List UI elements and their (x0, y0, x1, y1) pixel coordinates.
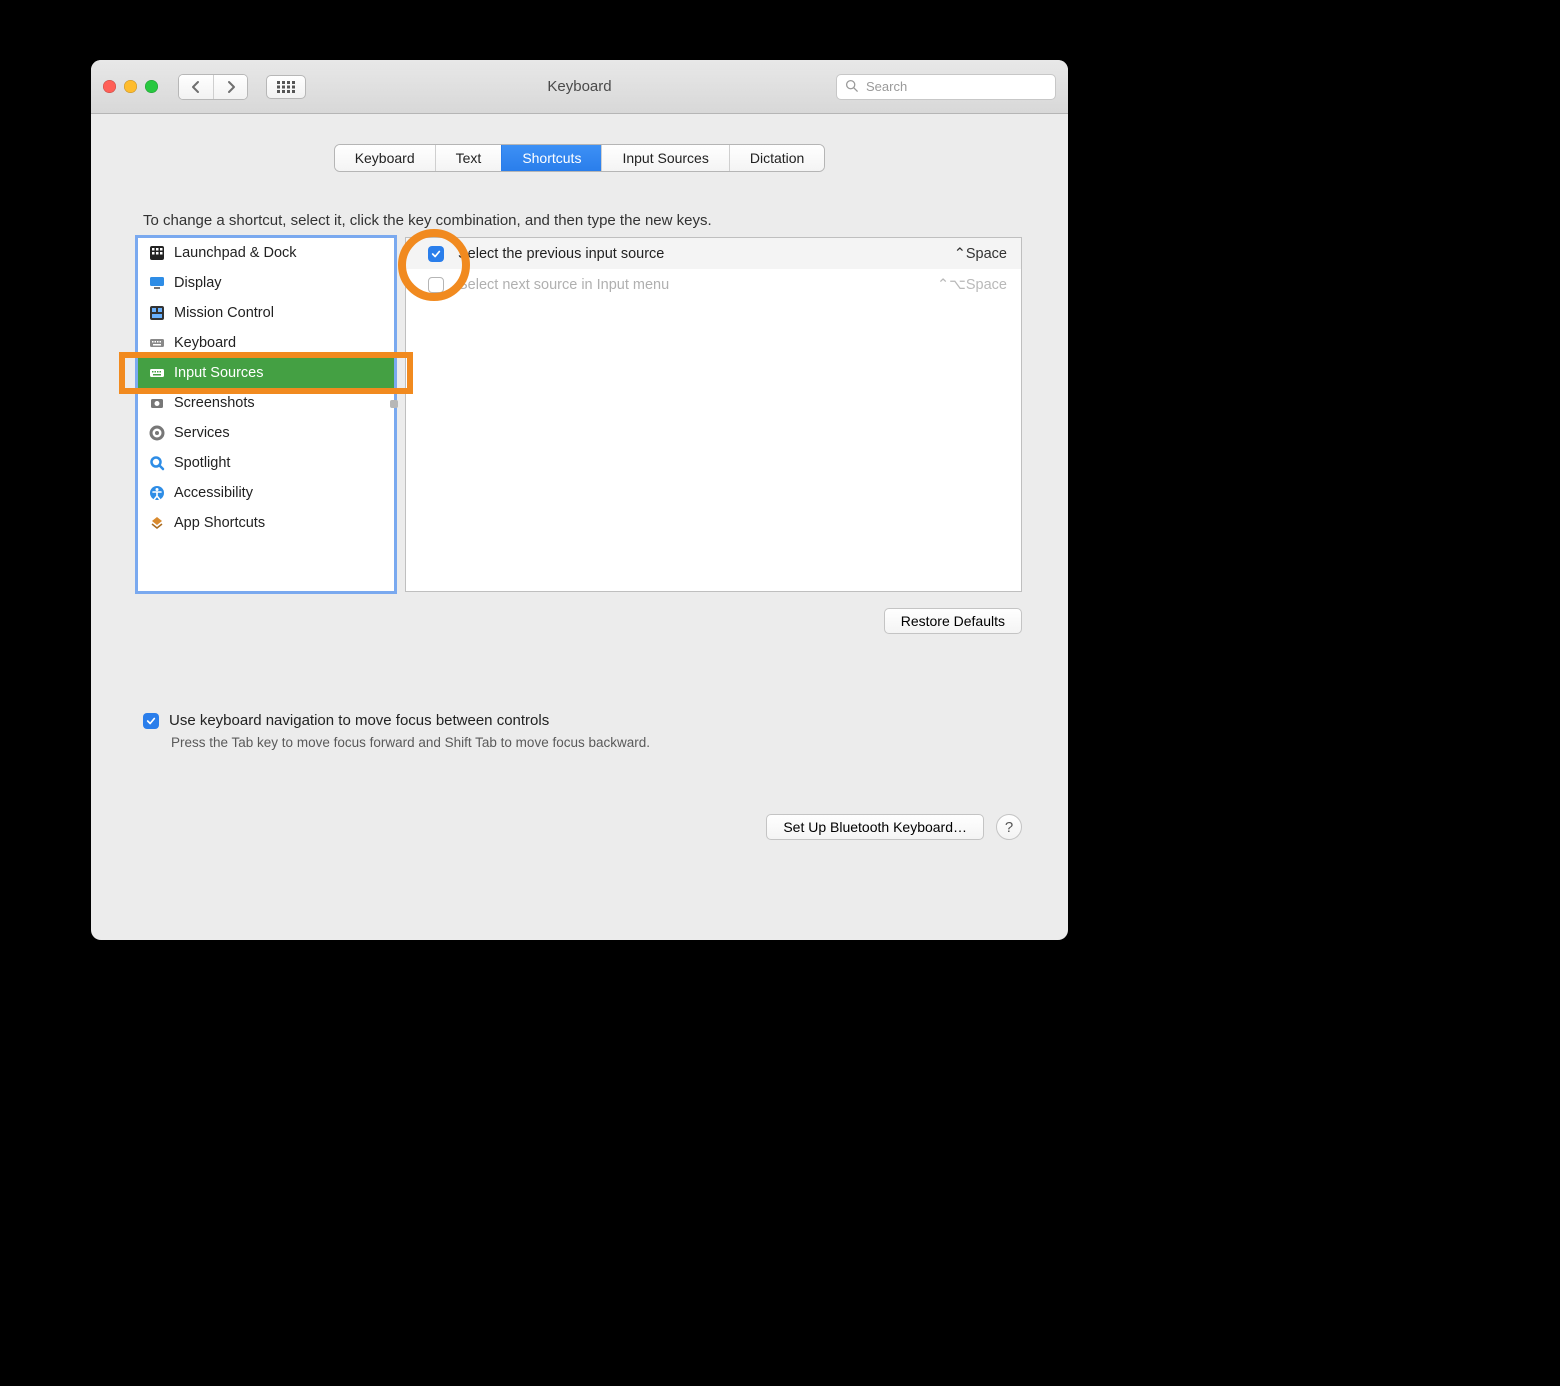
gear-icon (148, 424, 166, 442)
sidebar-item-label: Screenshots (174, 395, 255, 411)
keyboard-nav-label: Use keyboard navigation to move focus be… (169, 712, 549, 729)
sidebar-item-label: Accessibility (174, 485, 253, 501)
accessibility-icon (148, 484, 166, 502)
display-icon (148, 274, 166, 292)
tab-text[interactable]: Text (435, 145, 502, 171)
mission-icon (148, 304, 166, 322)
shortcut-list[interactable]: Select the previous input source⌃SpaceSe… (405, 237, 1022, 592)
panes: Launchpad & Dock Display Mission Control Ke… (137, 237, 1022, 592)
zoom-window-button[interactable] (145, 80, 158, 93)
sidebar-item-services[interactable]: Services (138, 418, 394, 448)
content: KeyboardTextShortcutsInput SourcesDictat… (91, 114, 1068, 940)
sidebar-item-keyboard[interactable]: Keyboard (138, 328, 394, 358)
restore-defaults-button[interactable]: Restore Defaults (884, 608, 1022, 634)
sidebar-item-input-sources[interactable]: Input Sources (138, 358, 394, 388)
keyboard-nav-sub: Press the Tab key to move focus forward … (171, 735, 1022, 750)
sidebar-item-spotlight[interactable]: Spotlight (138, 448, 394, 478)
bluetooth-keyboard-button[interactable]: Set Up Bluetooth Keyboard… (766, 814, 984, 840)
back-button[interactable] (179, 75, 213, 99)
sidebar-item-mission-control[interactable]: Mission Control (138, 298, 394, 328)
sidebar-item-accessibility[interactable]: Accessibility (138, 478, 394, 508)
sidebar-item-screenshots[interactable]: Screenshots (138, 388, 394, 418)
keyboard-nav-checkbox[interactable] (143, 713, 159, 729)
sidebar-item-label: Input Sources (174, 365, 263, 381)
sidebar-item-label: Launchpad & Dock (174, 245, 297, 261)
forward-button[interactable] (213, 75, 247, 99)
keyboard-icon (148, 334, 166, 352)
sidebar-item-display[interactable]: Display (138, 268, 394, 298)
sidebar-item-app-shortcuts[interactable]: App Shortcuts (138, 508, 394, 538)
shortcut-label: Select the previous input source (458, 246, 664, 262)
category-sidebar[interactable]: Launchpad & Dock Display Mission Control Ke… (137, 237, 395, 592)
keyboard-icon (148, 364, 166, 382)
tab-keyboard[interactable]: Keyboard (335, 145, 435, 171)
sidebar-item-label: Keyboard (174, 335, 236, 351)
show-all-button[interactable] (266, 75, 306, 99)
nav-back-forward (178, 74, 248, 100)
footer: Use keyboard navigation to move focus be… (137, 712, 1022, 750)
spotlight-icon (148, 454, 166, 472)
app-icon (148, 514, 166, 532)
tab-dictation[interactable]: Dictation (729, 145, 824, 171)
minimize-window-button[interactable] (124, 80, 137, 93)
sidebar-item-label: Display (174, 275, 222, 291)
search-input[interactable] (864, 78, 1047, 95)
preferences-window: Keyboard KeyboardTextShortcutsInput Sour… (91, 60, 1068, 940)
screenshot-icon (148, 394, 166, 412)
instruction-text: To change a shortcut, select it, click t… (143, 212, 1022, 229)
shortcut-label: Select next source in Input menu (458, 277, 669, 293)
shortcut-checkbox[interactable] (428, 246, 444, 262)
close-window-button[interactable] (103, 80, 116, 93)
tab-input-sources[interactable]: Input Sources (601, 145, 728, 171)
window-controls (103, 80, 158, 93)
shortcut-row[interactable]: Select the previous input source ⌃Space (406, 238, 1021, 269)
sidebar-item-label: Spotlight (174, 455, 230, 471)
sidebar-item-label: App Shortcuts (174, 515, 265, 531)
search-box[interactable] (836, 74, 1056, 100)
shortcut-key[interactable]: ⌃Space (954, 246, 1007, 262)
tab-shortcuts[interactable]: Shortcuts (501, 145, 601, 171)
shortcut-checkbox[interactable] (428, 277, 444, 293)
sidebar-item-launchpad-dock[interactable]: Launchpad & Dock (138, 238, 394, 268)
search-icon (845, 79, 858, 95)
shortcut-key[interactable]: ⌃⌥Space (937, 277, 1007, 293)
sidebar-item-label: Services (174, 425, 230, 441)
titlebar: Keyboard (91, 60, 1068, 114)
help-button[interactable]: ? (996, 814, 1022, 840)
tabbar: KeyboardTextShortcutsInput SourcesDictat… (334, 144, 826, 172)
shortcut-row[interactable]: Select next source in Input menu ⌃⌥Space (406, 269, 1021, 300)
sidebar-item-label: Mission Control (174, 305, 274, 321)
launchpad-icon (148, 244, 166, 262)
